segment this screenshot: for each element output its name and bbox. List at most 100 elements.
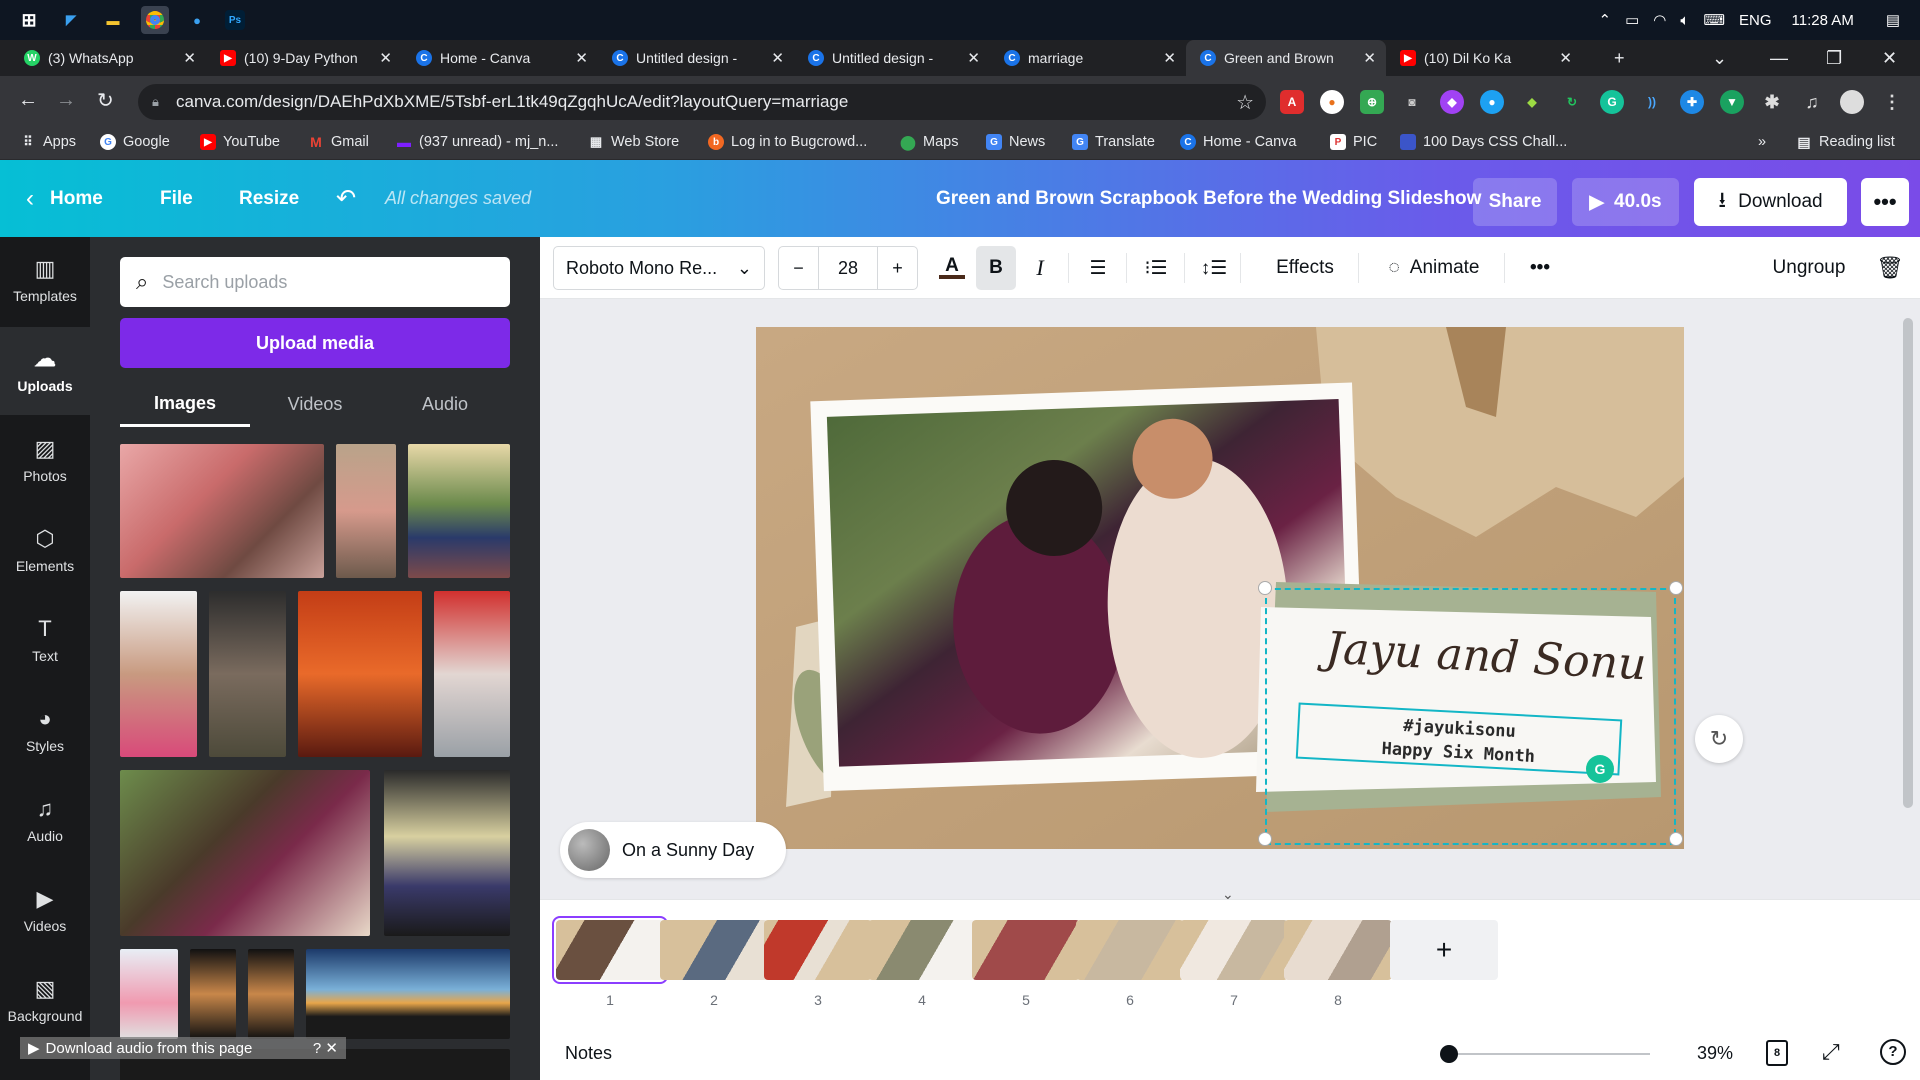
scrollbar-thumb[interactable] bbox=[1903, 318, 1913, 808]
browser-tab[interactable]: C Untitled design - ✕ bbox=[794, 40, 990, 76]
browser-tab[interactable]: C Untitled design - ✕ bbox=[598, 40, 794, 76]
font-size-input[interactable]: 28 bbox=[819, 247, 877, 289]
media-controls-icon[interactable]: ♫ bbox=[1800, 90, 1824, 114]
restore-button[interactable]: ❐ bbox=[1826, 40, 1842, 76]
resize-button[interactable]: Resize bbox=[239, 160, 299, 237]
page-thumbnail-8[interactable] bbox=[1284, 920, 1392, 980]
extension-icon[interactable]: ▼ bbox=[1720, 90, 1744, 114]
file-explorer-icon[interactable]: ▬ bbox=[99, 6, 127, 34]
rotate-refresh-icon[interactable]: ↻ bbox=[1695, 715, 1743, 763]
bookmark-google[interactable]: G Google bbox=[100, 134, 170, 150]
font-family-dropdown[interactable]: Roboto Mono Re... ⌄ bbox=[553, 246, 765, 290]
page-count-button[interactable]: 8 bbox=[1766, 1040, 1788, 1066]
nav-background[interactable]: ▧ Background bbox=[0, 957, 90, 1045]
extension-icon[interactable]: ● bbox=[1320, 90, 1344, 114]
clock[interactable]: 11:28 AM bbox=[1792, 12, 1854, 29]
extension-icon[interactable]: ✚ bbox=[1680, 90, 1704, 114]
help-icon[interactable]: ? bbox=[1880, 1039, 1906, 1065]
animate-button[interactable]: ◌ Animate bbox=[1374, 246, 1494, 290]
bookmark-gmail[interactable]: M Gmail bbox=[308, 134, 369, 150]
design-title[interactable]: Green and Brown Scrapbook Before the Wed… bbox=[936, 160, 1481, 237]
increase-size-button[interactable]: + bbox=[877, 247, 917, 289]
browser-tab[interactable]: ▶ (10) 9-Day Python ✕ bbox=[206, 40, 402, 76]
share-button[interactable]: Share bbox=[1473, 178, 1557, 226]
nav-styles[interactable]: ◕ Styles bbox=[0, 687, 90, 775]
resize-handle[interactable] bbox=[1669, 581, 1683, 595]
upload-thumbnail[interactable] bbox=[384, 770, 510, 936]
bookmark-maps[interactable]: ⬤ Maps bbox=[900, 134, 958, 151]
forward-icon[interactable]: → bbox=[56, 89, 76, 112]
page-thumbnail-2[interactable] bbox=[660, 920, 768, 980]
browser-menu-icon[interactable]: ⋮ bbox=[1880, 90, 1904, 114]
page-thumbnail-4[interactable] bbox=[868, 920, 976, 980]
upload-thumbnail[interactable] bbox=[120, 949, 178, 1039]
text-color-button[interactable]: A bbox=[932, 246, 972, 290]
audio-track-chip[interactable]: On a Sunny Day bbox=[560, 822, 786, 878]
upload-thumbnail[interactable] bbox=[336, 444, 396, 578]
bookmark-news[interactable]: G News bbox=[986, 134, 1045, 150]
upload-thumbnail[interactable] bbox=[306, 949, 510, 1039]
extension-icon[interactable]: ◆ bbox=[1440, 90, 1464, 114]
keyboard-icon[interactable]: ⌨ bbox=[1703, 11, 1725, 29]
page-thumbnail-6[interactable] bbox=[1076, 920, 1184, 980]
ungroup-button[interactable]: Ungroup bbox=[1754, 246, 1864, 290]
trash-icon[interactable]: 🗑︎ bbox=[1870, 246, 1910, 290]
extension-icon[interactable]: ● bbox=[1480, 90, 1504, 114]
align-center-icon[interactable]: ☰ bbox=[1078, 246, 1118, 290]
extension-icon[interactable]: )) bbox=[1640, 90, 1664, 114]
zoom-slider-thumb[interactable] bbox=[1440, 1045, 1458, 1063]
wifi-icon[interactable]: ◠ bbox=[1653, 11, 1666, 29]
download-button[interactable]: ⭳ Download bbox=[1694, 178, 1847, 226]
download-audio-tooltip[interactable]: ▶ Download audio from this page? ✕ bbox=[20, 1037, 346, 1059]
nav-text[interactable]: T Text bbox=[0, 597, 90, 685]
tab-search-icon[interactable]: ⌄ bbox=[1712, 40, 1727, 76]
language-indicator[interactable]: ENG bbox=[1739, 12, 1772, 29]
camera-extension-icon[interactable]: ◙ bbox=[1400, 90, 1424, 114]
back-icon[interactable]: ← bbox=[18, 89, 38, 112]
resize-handle[interactable] bbox=[1669, 832, 1683, 846]
close-tab-icon[interactable]: ✕ bbox=[575, 49, 588, 67]
bookmark-pic[interactable]: P PIC bbox=[1330, 134, 1377, 150]
close-tab-icon[interactable]: ✕ bbox=[1363, 49, 1376, 67]
bookmark-youtube[interactable]: ▶ YouTube bbox=[200, 134, 280, 150]
upload-thumbnail[interactable] bbox=[120, 591, 197, 757]
home-button[interactable]: ‹ Home bbox=[26, 160, 103, 237]
battery-icon[interactable]: ▭ bbox=[1625, 11, 1639, 29]
browser-tab[interactable]: C Home - Canva ✕ bbox=[402, 40, 598, 76]
address-bar[interactable]: 🔒︎ canva.com/design/DAEhPdXbXME/5Tsbf-er… bbox=[138, 84, 1266, 120]
more-icon[interactable]: ••• bbox=[1520, 246, 1560, 290]
more-options-button[interactable]: ••• bbox=[1861, 178, 1909, 226]
font-size-stepper[interactable]: − 28 + bbox=[778, 246, 918, 290]
new-tab-button[interactable]: + bbox=[1614, 40, 1625, 76]
close-tab-icon[interactable]: ✕ bbox=[1163, 49, 1176, 67]
close-tab-icon[interactable]: ✕ bbox=[183, 49, 196, 67]
design-page[interactable]: Jayu and Sonu #jayukisonu Happy Six Mont… bbox=[756, 327, 1684, 849]
upload-thumbnail[interactable] bbox=[248, 949, 294, 1039]
zoom-slider[interactable] bbox=[1440, 1053, 1650, 1055]
windows-start-icon[interactable]: ⊞ bbox=[15, 6, 43, 34]
vscode-icon[interactable]: ◤ bbox=[57, 6, 85, 34]
bookmark-home-canva[interactable]: C Home - Canva bbox=[1180, 134, 1296, 150]
reload-icon[interactable]: ↻ bbox=[97, 88, 114, 113]
bookmark-translate[interactable]: G Translate bbox=[1072, 134, 1155, 150]
upload-thumbnail[interactable] bbox=[120, 770, 370, 936]
upload-thumbnail[interactable] bbox=[408, 444, 510, 578]
reading-list[interactable]: ▤ Reading list bbox=[1796, 134, 1894, 151]
page-thumbnail-5[interactable] bbox=[972, 920, 1080, 980]
bookmark-yahoo-mail[interactable]: ▬ (937 unread) - mj_n... bbox=[396, 134, 558, 150]
bookmark-apps[interactable]: ⠿ Apps bbox=[20, 134, 76, 150]
nav-templates[interactable]: ▥ Templates bbox=[0, 237, 90, 325]
bookmark-web-store[interactable]: ▦ Web Store bbox=[588, 134, 679, 150]
lock-icon[interactable]: 🔒︎ bbox=[152, 94, 159, 110]
italic-button[interactable]: I bbox=[1020, 246, 1060, 290]
chrome-icon[interactable] bbox=[141, 6, 169, 34]
zoom-percentage[interactable]: 39% bbox=[1697, 1043, 1733, 1064]
browser-tab[interactable]: Cmarriage ✕ bbox=[990, 40, 1186, 76]
page-thumbnail-1[interactable] bbox=[552, 916, 668, 984]
close-tab-icon[interactable]: ✕ bbox=[967, 49, 980, 67]
grammarly-icon[interactable]: G bbox=[1600, 90, 1624, 114]
nav-audio[interactable]: ♫ Audio bbox=[0, 777, 90, 865]
tab-videos[interactable]: Videos bbox=[250, 382, 380, 427]
decrease-size-button[interactable]: − bbox=[779, 247, 819, 289]
upload-thumbnail[interactable] bbox=[298, 591, 422, 757]
